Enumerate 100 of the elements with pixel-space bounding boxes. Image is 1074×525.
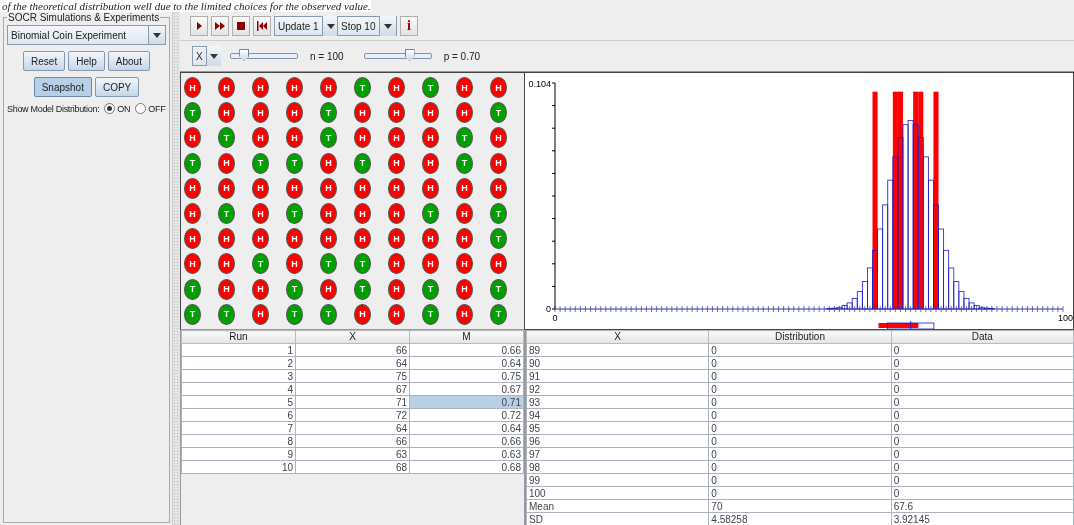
coin: H	[286, 177, 303, 199]
table-cell: 1	[181, 343, 296, 357]
coin: H	[320, 228, 337, 250]
coin: T	[490, 278, 507, 300]
fast-forward-icon	[214, 21, 226, 31]
coin: H	[252, 77, 269, 99]
table-cell: 0	[891, 395, 1074, 409]
table-cell: 0	[891, 473, 1074, 487]
table-cell: 71	[295, 395, 410, 409]
coin: H	[218, 152, 235, 174]
coin: H	[388, 228, 405, 250]
coin: H	[286, 253, 303, 275]
caption-text: of the theoretical distribution well due to the limited choices for the observed value.	[0, 0, 371, 12]
coin: T	[184, 303, 201, 325]
table-cell: 0.67	[409, 382, 524, 396]
splitter-handle[interactable]	[172, 12, 180, 525]
coin: H	[184, 77, 201, 99]
coin: H	[388, 127, 405, 149]
coin: T	[490, 102, 507, 124]
stop-button[interactable]	[232, 16, 250, 36]
coin: T	[218, 303, 235, 325]
column-header[interactable]: Run	[181, 330, 296, 344]
column-header[interactable]: X	[526, 330, 709, 344]
coin: T	[286, 203, 303, 225]
table-cell: 0	[708, 356, 892, 370]
run-button[interactable]	[211, 16, 229, 36]
stop-icon	[237, 22, 245, 30]
slider-thumb[interactable]	[404, 49, 415, 61]
coin: H	[456, 253, 473, 275]
table-cell: 66	[295, 343, 410, 357]
table-cell: 0	[891, 434, 1074, 448]
coin: T	[490, 203, 507, 225]
coin: T	[320, 253, 337, 275]
coin: H	[184, 203, 201, 225]
variable-dropdown[interactable]: X	[192, 46, 218, 66]
coin: H	[388, 102, 405, 124]
column-header[interactable]: X	[295, 330, 410, 344]
table-cell: 0	[891, 382, 1074, 396]
update-dropdown[interactable]: Update 1	[274, 16, 334, 36]
table-cell: 10	[181, 460, 296, 474]
coin: T	[286, 303, 303, 325]
coin: T	[218, 203, 235, 225]
panel-button[interactable]: COPY	[94, 77, 140, 97]
table-cell: 9	[181, 447, 296, 461]
coin: H	[218, 177, 235, 199]
coin: H	[388, 203, 405, 225]
table-cell: 98	[526, 460, 709, 474]
coin: T	[286, 152, 303, 174]
coin: H	[252, 102, 269, 124]
panel-button[interactable]: About	[107, 51, 150, 71]
coin: H	[490, 77, 507, 99]
table-cell: 64	[295, 356, 410, 370]
caret-icon	[379, 16, 396, 36]
coin: H	[354, 102, 371, 124]
coin: H	[320, 77, 337, 99]
radio-button[interactable]	[135, 103, 147, 114]
panel-button[interactable]: Help	[68, 51, 105, 71]
table-cell: 70	[708, 499, 892, 513]
table-cell: 0	[708, 460, 892, 474]
coin: H	[456, 228, 473, 250]
coin: H	[422, 228, 439, 250]
table-cell: 100	[526, 486, 709, 500]
column-header[interactable]: M	[409, 330, 524, 344]
stop-dropdown[interactable]: Stop 10	[337, 16, 397, 36]
step-button[interactable]	[190, 16, 208, 36]
n-value-label: n = 100	[310, 50, 344, 62]
info-button[interactable]: i	[400, 16, 418, 36]
coin: H	[456, 102, 473, 124]
coin: H	[320, 203, 337, 225]
table-cell: 95	[526, 421, 709, 435]
table-cell: 0	[891, 460, 1074, 474]
table-cell: 66	[295, 434, 410, 448]
coin: T	[354, 253, 371, 275]
panel-button[interactable]: Snapshot	[33, 77, 92, 97]
radio-button[interactable]	[104, 103, 116, 114]
coin: H	[218, 228, 235, 250]
table-cell: 0	[708, 382, 892, 396]
coin: H	[252, 303, 269, 325]
experiment-dropdown[interactable]: Binomial Coin Experiment	[7, 25, 166, 45]
panel-button[interactable]: Reset	[23, 51, 66, 71]
table-cell: Mean	[526, 499, 709, 513]
table-cell: 0.75	[409, 369, 524, 383]
coin: H	[422, 253, 439, 275]
table-cell: 2	[181, 356, 296, 370]
y-tick-label: 0.104	[528, 79, 551, 89]
coin: T	[252, 152, 269, 174]
coin: H	[388, 278, 405, 300]
table-cell: 0	[708, 395, 892, 409]
column-header[interactable]: Data	[891, 330, 1074, 344]
table-cell: 0.63	[409, 447, 524, 461]
coin: T	[456, 127, 473, 149]
table-cell: 93	[526, 395, 709, 409]
table-cell: 0	[891, 369, 1074, 383]
table-cell: 63	[295, 447, 410, 461]
reset-button[interactable]	[253, 16, 271, 36]
slider-thumb[interactable]	[239, 49, 250, 61]
play-icon	[195, 21, 203, 31]
column-header[interactable]: Distribution	[708, 330, 892, 344]
table-cell: 92	[526, 382, 709, 396]
coin: H	[490, 152, 507, 174]
